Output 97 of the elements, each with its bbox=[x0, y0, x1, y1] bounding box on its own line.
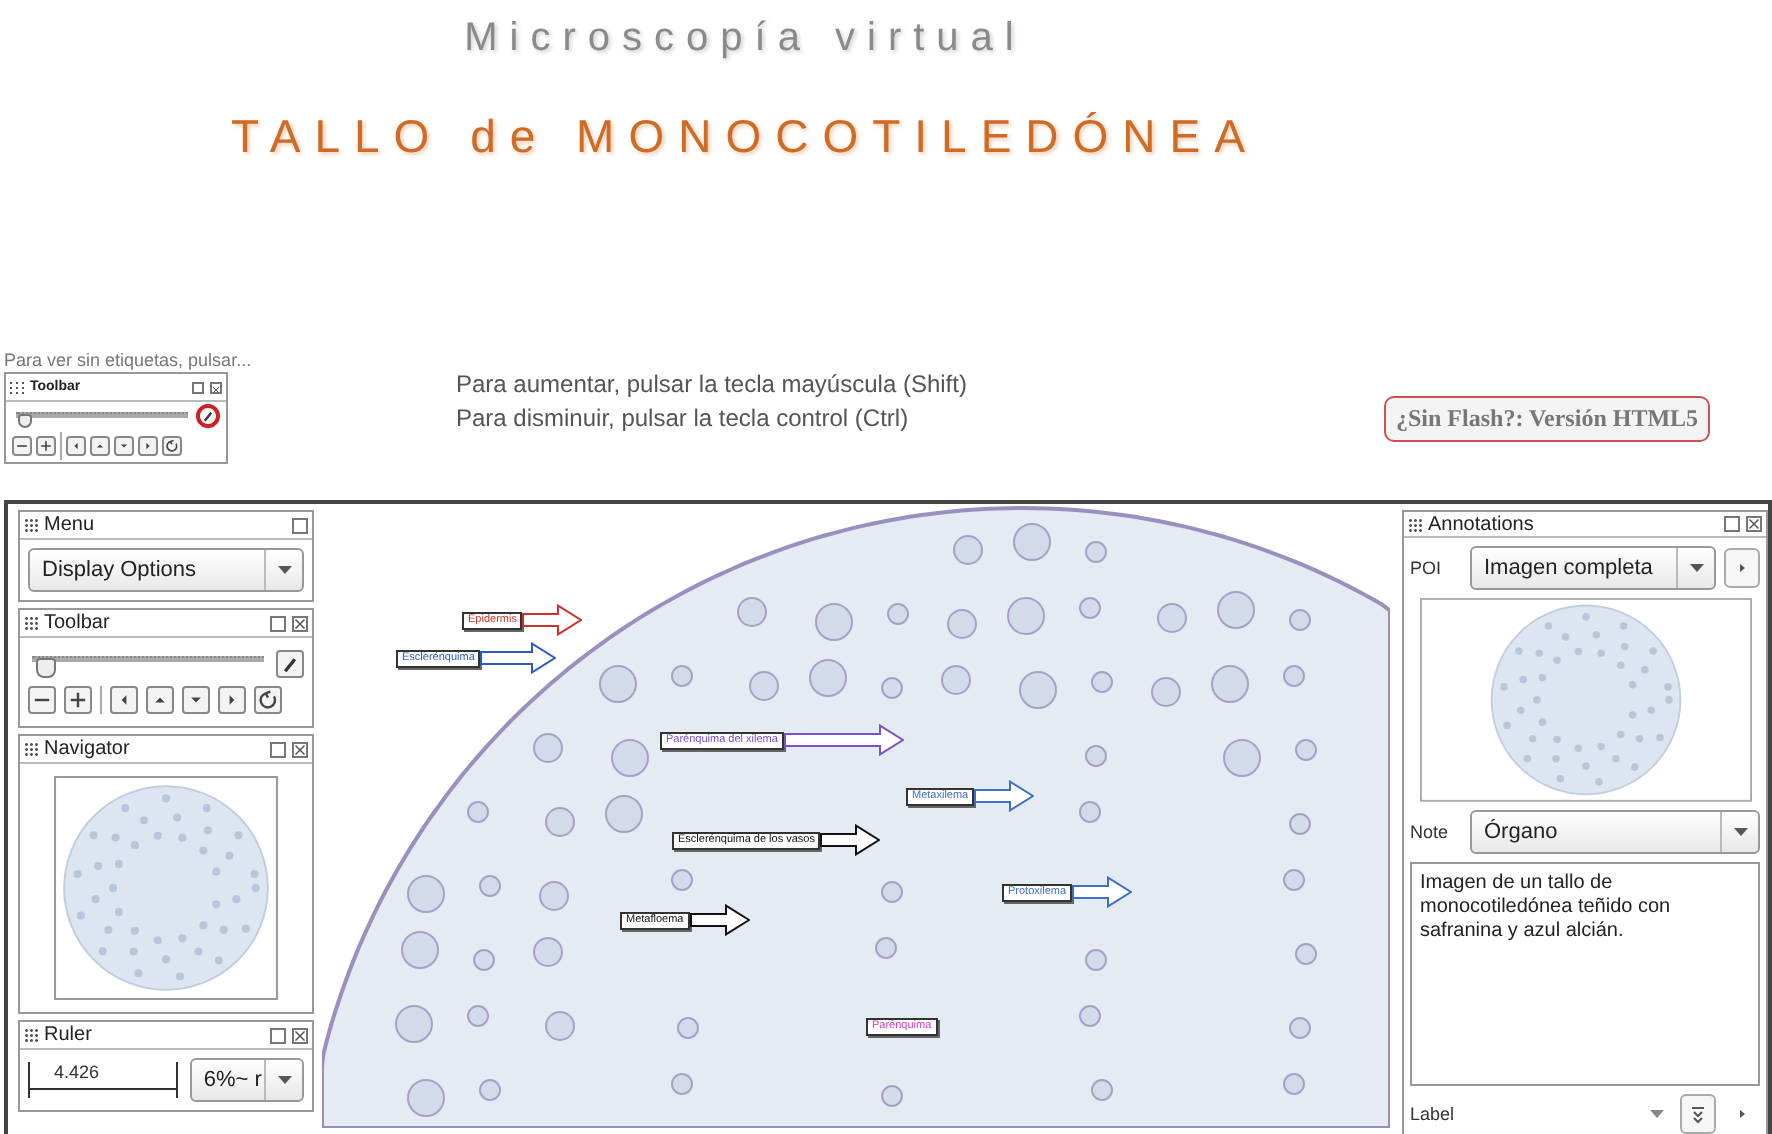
caret-icon bbox=[1733, 828, 1747, 837]
caret-icon bbox=[1689, 564, 1703, 573]
vascular-bundle bbox=[395, 1005, 433, 1043]
vascular-bundle bbox=[407, 875, 445, 913]
vascular-bundle bbox=[809, 659, 847, 697]
grip-icon bbox=[1408, 517, 1422, 532]
scale-bar: 4.426 bbox=[28, 1062, 178, 1098]
vascular-bundle bbox=[737, 597, 767, 627]
minimize-button[interactable] bbox=[192, 381, 204, 393]
reset-icon bbox=[256, 688, 280, 712]
vascular-bundle bbox=[599, 665, 637, 703]
close-button[interactable] bbox=[1746, 516, 1762, 533]
page-subtitle: TALLO de MONOCOTILEDÓNEA bbox=[231, 110, 1259, 164]
double-chevron-icon bbox=[1688, 1104, 1708, 1125]
field-label: POI bbox=[1410, 558, 1444, 579]
grip-icon bbox=[24, 616, 38, 630]
vascular-bundle bbox=[611, 739, 649, 777]
plus-icon bbox=[66, 688, 90, 712]
reset-button[interactable] bbox=[254, 686, 282, 714]
label-toggle-button[interactable] bbox=[196, 404, 220, 428]
caret-icon bbox=[277, 1076, 291, 1084]
label-toggle-button[interactable] bbox=[276, 650, 304, 678]
vascular-bundle bbox=[401, 931, 439, 969]
left-button[interactable] bbox=[66, 436, 86, 456]
grip-icon bbox=[24, 1028, 38, 1042]
stem-thumbnail-drawing[interactable] bbox=[54, 776, 278, 1000]
zoom-dropdown[interactable]: 6%~ r bbox=[189, 1058, 304, 1102]
close-button[interactable] bbox=[210, 381, 222, 393]
minimize-button[interactable] bbox=[270, 741, 286, 757]
minimize-button[interactable] bbox=[270, 615, 286, 631]
display-options-dropdown[interactable]: Display Options bbox=[28, 548, 304, 592]
panel-title: Navigator bbox=[44, 738, 132, 760]
minus-button[interactable] bbox=[12, 436, 32, 456]
poi-dropdown[interactable]: Imagen completa bbox=[1470, 546, 1716, 591]
page-title: Microscopía virtual bbox=[464, 16, 1026, 62]
vascular-bundle bbox=[953, 535, 983, 565]
vascular-bundle bbox=[1013, 523, 1051, 561]
vascular-bundle bbox=[407, 1079, 445, 1117]
plus-button[interactable] bbox=[64, 686, 92, 714]
vascular-bundle bbox=[533, 733, 563, 763]
note-dropdown[interactable]: Órgano bbox=[1470, 810, 1760, 855]
reset-button[interactable] bbox=[162, 436, 182, 456]
zoom-slider[interactable] bbox=[28, 650, 268, 678]
plus-icon bbox=[38, 438, 54, 454]
plus-button[interactable] bbox=[36, 436, 56, 456]
vascular-bundle bbox=[1211, 665, 1249, 703]
hint-text: Para ver sin etiquetas, pulsar... bbox=[4, 348, 254, 372]
instruction-text: Para disminuir, pulsar la tecla control (Ctrl) bbox=[456, 402, 911, 436]
caret-icon bbox=[277, 566, 291, 574]
grip-icon bbox=[24, 518, 38, 532]
play-icon bbox=[1737, 1108, 1747, 1121]
down-button[interactable] bbox=[114, 436, 134, 456]
vascular-bundle bbox=[749, 671, 779, 701]
instruction-text: Para aumentar, pulsar la tecla mayúscula (Shift) bbox=[456, 368, 969, 402]
vascular-bundle bbox=[539, 881, 569, 911]
vascular-bundle bbox=[941, 665, 971, 695]
html5-version-link[interactable]: ¿Sin Flash?: Versión HTML5 bbox=[1384, 396, 1711, 442]
down-button[interactable] bbox=[182, 686, 210, 714]
minimize-button[interactable] bbox=[270, 1027, 286, 1043]
minus-button[interactable] bbox=[28, 686, 56, 714]
up-button[interactable] bbox=[146, 686, 174, 714]
vascular-bundle bbox=[605, 795, 643, 833]
minimize-button[interactable] bbox=[1724, 516, 1740, 533]
panel-title: Ruler bbox=[44, 1024, 94, 1046]
zoom-slider[interactable] bbox=[12, 406, 192, 426]
panel-title: Annotations bbox=[1428, 513, 1536, 536]
up-button[interactable] bbox=[90, 436, 110, 456]
close-button[interactable] bbox=[292, 615, 308, 631]
vascular-bundle bbox=[1157, 603, 1187, 633]
minimize-button[interactable] bbox=[292, 517, 308, 533]
field-label: Label bbox=[1410, 1104, 1457, 1125]
stem-section[interactable] bbox=[322, 506, 1390, 1128]
field-label: Note bbox=[1410, 822, 1451, 843]
slash-icon bbox=[200, 408, 216, 424]
vascular-bundle bbox=[1007, 597, 1045, 635]
expand-button[interactable] bbox=[1680, 1094, 1716, 1134]
vascular-bundle bbox=[1217, 591, 1255, 629]
slash-icon bbox=[278, 652, 302, 676]
right-button[interactable] bbox=[218, 686, 246, 714]
grip-icon bbox=[24, 742, 38, 756]
play-icon bbox=[1737, 562, 1747, 575]
caret-icon bbox=[1650, 1110, 1664, 1119]
vascular-bundle bbox=[545, 807, 575, 837]
close-button[interactable] bbox=[292, 1027, 308, 1043]
close-button[interactable] bbox=[292, 741, 308, 757]
vascular-bundle bbox=[545, 1011, 575, 1041]
panel-title: Menu bbox=[44, 514, 97, 536]
vascular-bundle bbox=[815, 603, 853, 641]
note-text-area[interactable]: Imagen de un tallo de monocotiledónea teñido con safranina y azul alcián. bbox=[1410, 862, 1760, 1087]
reset-icon bbox=[164, 438, 180, 454]
panel-title: Toolbar bbox=[44, 612, 112, 634]
left-button[interactable] bbox=[110, 686, 138, 714]
vascular-bundle bbox=[947, 609, 977, 639]
vascular-bundle bbox=[1223, 739, 1261, 777]
vascular-bundle bbox=[1019, 671, 1057, 709]
vascular-bundle bbox=[1151, 677, 1181, 707]
vascular-bundle bbox=[533, 937, 563, 967]
